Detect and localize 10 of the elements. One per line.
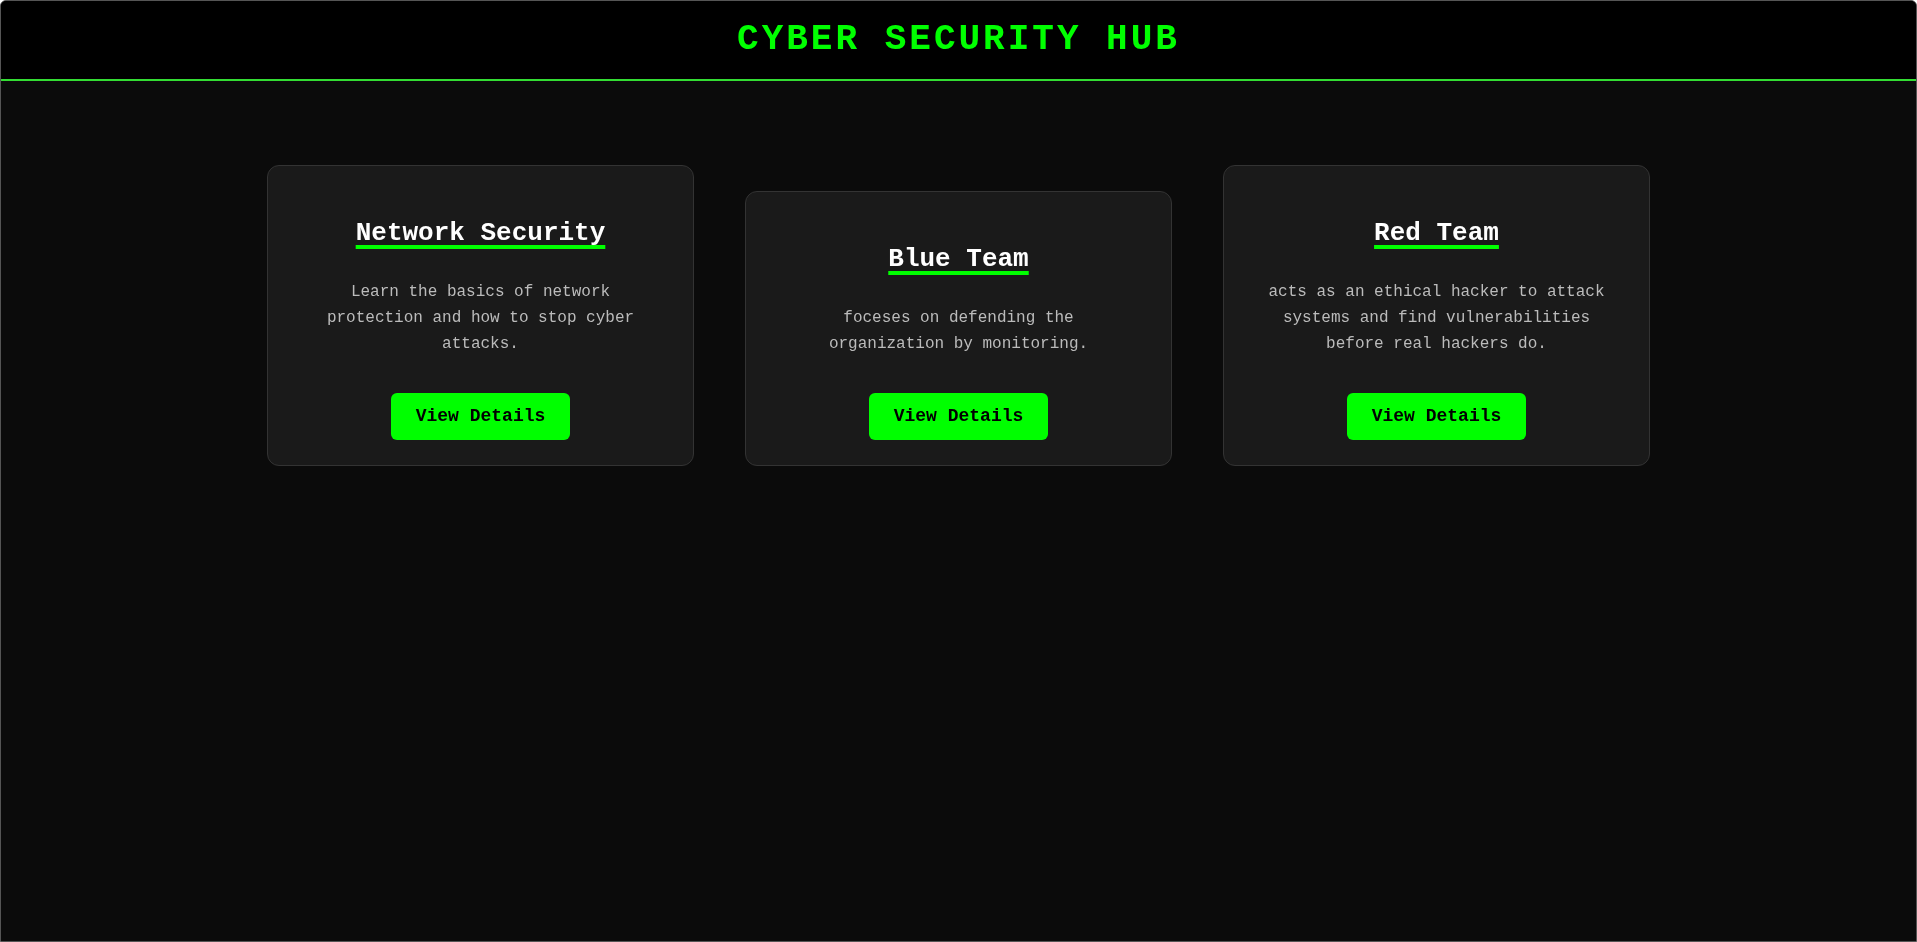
card-description: foceses on defending the organization by monitoring. (827, 308, 1090, 355)
page-title: CYBER SECURITY HUB (737, 18, 1180, 62)
view-details-button[interactable]: View Details (390, 393, 571, 440)
card-title: Red Team (1374, 217, 1499, 250)
card-description: acts as an ethical hacker to attack systems and find vulnerabilities before real hackers do. (1267, 282, 1606, 355)
view-details-button[interactable]: View Details (1346, 393, 1527, 440)
card-title: Blue Team (888, 243, 1029, 276)
view-details-button[interactable]: View Details (868, 393, 1049, 440)
card-description: Learn the basics of network protection and how to stop cyber attacks. (325, 282, 636, 355)
card-title: Network Security (355, 217, 606, 250)
